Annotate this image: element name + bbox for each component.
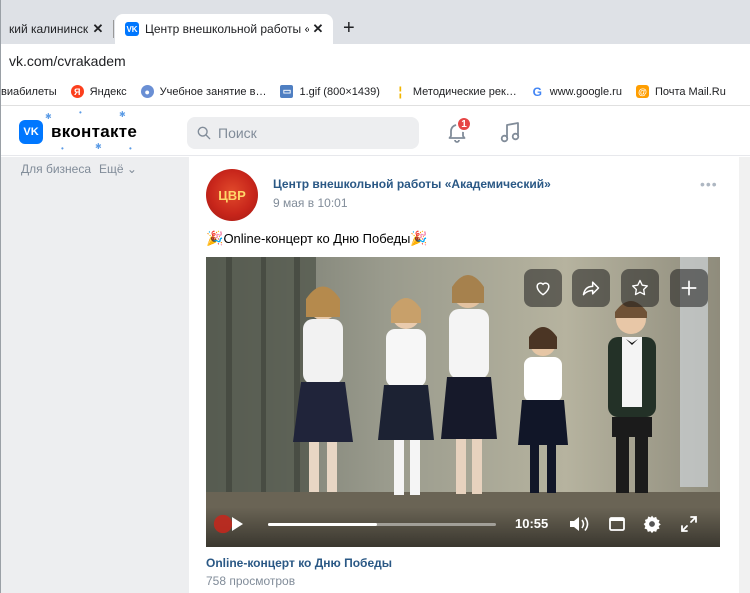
search-icon bbox=[197, 126, 211, 140]
video-duration: 10:55 bbox=[515, 516, 549, 531]
bookmark-methods[interactable]: ¦ Методические рек… bbox=[394, 84, 517, 99]
yandex-icon: Я bbox=[70, 85, 84, 98]
bookmark-label: Почта Mail.Ru bbox=[654, 85, 726, 98]
bookmark-label: Яндекс bbox=[89, 85, 127, 98]
tab-title: кий калининск… bbox=[9, 22, 89, 36]
bookmark-gif[interactable]: ▭ 1.gif (800×1439) bbox=[280, 85, 380, 98]
bookmark-label: www.google.ru bbox=[549, 85, 622, 98]
music-icon[interactable] bbox=[499, 120, 521, 144]
mail-icon: @ bbox=[635, 85, 649, 98]
vk-logo-text: вконтакте bbox=[51, 122, 138, 141]
url-text: vk.com/cvrakadem bbox=[9, 53, 126, 69]
bookmark-mail[interactable]: @ Почта Mail.Ru bbox=[635, 85, 726, 98]
add-button[interactable] bbox=[670, 269, 708, 307]
play-icon[interactable] bbox=[228, 515, 246, 533]
bookmark-aviabilety[interactable]: виабилеты bbox=[1, 86, 57, 98]
snowflake-icon: • bbox=[129, 144, 132, 153]
address-bar[interactable]: vk.com/cvrakadem bbox=[1, 44, 750, 78]
progress-fill bbox=[268, 523, 378, 526]
image-icon: ▭ bbox=[280, 85, 294, 98]
vk-header: VK вконтакте ✱ • ✱ • ✱ • Поиск 1 bbox=[1, 106, 750, 156]
video-views: 758 просмотров bbox=[206, 574, 296, 588]
share-button[interactable] bbox=[572, 269, 610, 307]
sidebar-footer-links: Для бизнеса Ещё ⌄ bbox=[21, 162, 137, 176]
fullscreen-icon[interactable] bbox=[680, 515, 698, 533]
more-options-button[interactable]: ••• bbox=[700, 176, 718, 192]
tab-kaliningrad[interactable]: кий калининск… ✕ bbox=[1, 14, 113, 44]
like-button[interactable] bbox=[524, 269, 562, 307]
tab-cvr[interactable]: VK Центр внешкольной работы «А ✕ bbox=[115, 14, 333, 44]
plus-icon bbox=[681, 280, 697, 296]
tab-separator bbox=[113, 20, 114, 38]
heart-icon bbox=[536, 282, 550, 296]
new-tab-button[interactable]: + bbox=[343, 17, 355, 40]
doc-icon: ¦ bbox=[398, 84, 403, 99]
snowflake-icon: ✱ bbox=[95, 142, 102, 151]
bookmark-label: Учебное занятие в… bbox=[159, 85, 267, 98]
globe-icon: ● bbox=[140, 85, 154, 98]
scrollbar[interactable] bbox=[739, 157, 750, 593]
party-icon: 🎉 bbox=[206, 230, 224, 246]
progress-bar[interactable] bbox=[268, 523, 496, 526]
browser-window: кий калининск… ✕ VK Центр внешкольной ра… bbox=[0, 0, 750, 593]
bookmark-label: 1.gif (800×1439) bbox=[299, 85, 380, 98]
snowflake-icon: • bbox=[79, 108, 82, 117]
share-icon bbox=[582, 281, 600, 296]
google-icon: G bbox=[532, 84, 542, 99]
post-date[interactable]: 9 мая в 10:01 bbox=[273, 196, 348, 210]
bookmark-label: виабилеты bbox=[1, 85, 57, 98]
sidebar-link-more[interactable]: Ещё ⌄ bbox=[99, 162, 137, 176]
search-placeholder: Поиск bbox=[218, 125, 257, 141]
bookmark-yandex[interactable]: Я Яндекс bbox=[70, 85, 127, 98]
post-text: 🎉 Online-концерт ко Дню Победы 🎉 bbox=[206, 230, 428, 247]
star-icon bbox=[632, 279, 648, 296]
snowflake-icon: ✱ bbox=[119, 110, 126, 119]
post-author[interactable]: Центр внешкольной работы «Академический» bbox=[273, 177, 551, 191]
video-player[interactable]: 10:55 bbox=[206, 257, 720, 547]
tab-title: Центр внешкольной работы «А bbox=[145, 22, 309, 36]
sidebar-link-business[interactable]: Для бизнеса bbox=[21, 162, 91, 176]
party-icon: 🎉 bbox=[410, 230, 428, 246]
bookmarks-bar: виабилеты Я Яндекс ● Учебное занятие в… … bbox=[1, 78, 750, 106]
close-icon[interactable]: ✕ bbox=[89, 21, 107, 37]
vk-logo-icon: VK bbox=[19, 120, 43, 144]
snowflake-icon: • bbox=[61, 144, 64, 153]
bookmark-label: Методические рек… bbox=[412, 85, 517, 98]
volume-icon[interactable] bbox=[568, 515, 590, 533]
miniplayer-icon[interactable] bbox=[608, 515, 626, 533]
video-controls: 10:55 bbox=[206, 507, 720, 547]
close-icon[interactable]: ✕ bbox=[309, 21, 327, 37]
tab-strip: кий калининск… ✕ VK Центр внешкольной ра… bbox=[1, 0, 750, 44]
video-title[interactable]: Online-концерт ко Дню Победы bbox=[206, 556, 392, 570]
notification-badge: 1 bbox=[456, 116, 472, 132]
bookmark-lesson[interactable]: ● Учебное занятие в… bbox=[140, 85, 267, 98]
gear-icon[interactable] bbox=[642, 514, 662, 534]
vk-favicon-icon: VK bbox=[125, 22, 139, 36]
favorite-button[interactable] bbox=[621, 269, 659, 307]
snowflake-icon: ✱ bbox=[45, 112, 52, 121]
avatar-text: ЦВР bbox=[218, 187, 246, 203]
bookmark-google[interactable]: G www.google.ru bbox=[531, 84, 622, 99]
vk-logo[interactable]: VK вконтакте bbox=[19, 120, 137, 144]
search-input[interactable]: Поиск bbox=[187, 117, 419, 149]
avatar[interactable]: ЦВР bbox=[206, 169, 258, 221]
post-text-body: Online-концерт ко Дню Победы bbox=[223, 231, 411, 246]
